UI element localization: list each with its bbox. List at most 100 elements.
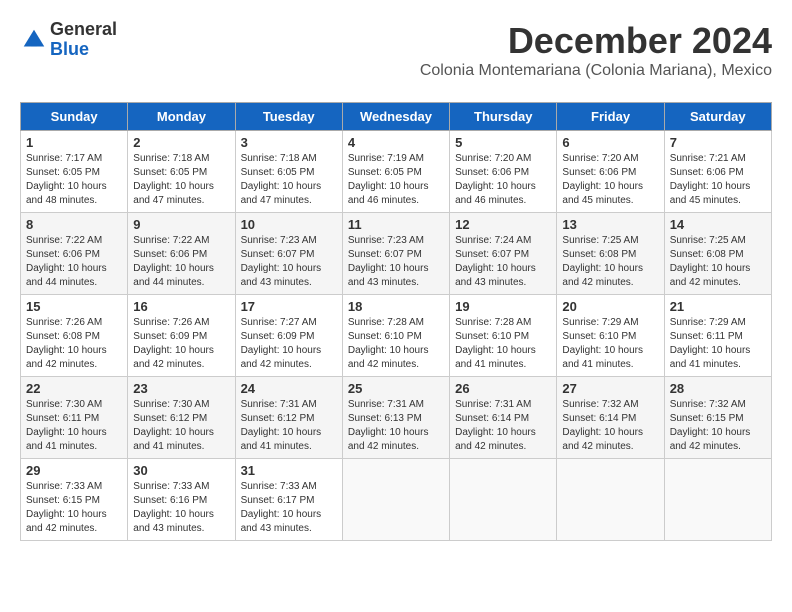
daylight-minutes: and 44 minutes. [26,277,97,288]
day-info: Sunrise: 7:27 AM Sunset: 6:09 PM Dayligh… [241,316,337,372]
daylight-label: Daylight: 10 hours [133,345,214,356]
calendar-header: SundayMondayTuesdayWednesdayThursdayFrid… [21,103,772,131]
daylight-minutes: and 42 minutes. [26,523,97,534]
sunset-label: Sunset: 6:11 PM [670,331,743,342]
day-number: 22 [26,381,122,396]
daylight-minutes: and 43 minutes. [241,523,312,534]
day-info: Sunrise: 7:24 AM Sunset: 6:07 PM Dayligh… [455,234,551,290]
sunset-label: Sunset: 6:06 PM [26,249,100,260]
day-cell-4: 4 Sunrise: 7:19 AM Sunset: 6:05 PM Dayli… [342,131,449,213]
day-number: 30 [133,463,229,478]
daylight-label: Daylight: 10 hours [26,181,107,192]
day-cell-30: 30 Sunrise: 7:33 AM Sunset: 6:16 PM Dayl… [128,459,235,541]
sunset-label: Sunset: 6:06 PM [670,167,744,178]
day-number: 31 [241,463,337,478]
day-cell-12: 12 Sunrise: 7:24 AM Sunset: 6:07 PM Dayl… [450,213,557,295]
daylight-minutes: and 42 minutes. [670,277,741,288]
day-cell-5: 5 Sunrise: 7:20 AM Sunset: 6:06 PM Dayli… [450,131,557,213]
daylight-minutes: and 42 minutes. [562,277,633,288]
day-info: Sunrise: 7:23 AM Sunset: 6:07 PM Dayligh… [348,234,444,290]
daylight-label: Daylight: 10 hours [670,181,751,192]
sunset-label: Sunset: 6:05 PM [241,167,315,178]
day-info: Sunrise: 7:28 AM Sunset: 6:10 PM Dayligh… [348,316,444,372]
column-header-friday: Friday [557,103,664,131]
day-cell-24: 24 Sunrise: 7:31 AM Sunset: 6:12 PM Dayl… [235,377,342,459]
day-info: Sunrise: 7:32 AM Sunset: 6:15 PM Dayligh… [670,398,766,454]
day-number: 4 [348,135,444,150]
daylight-label: Daylight: 10 hours [562,427,643,438]
empty-cell [664,459,771,541]
day-cell-27: 27 Sunrise: 7:32 AM Sunset: 6:14 PM Dayl… [557,377,664,459]
daylight-minutes: and 43 minutes. [348,277,419,288]
month-title: December 2024 [420,20,772,62]
sunrise-label: Sunrise: 7:21 AM [670,153,746,164]
day-number: 17 [241,299,337,314]
daylight-label: Daylight: 10 hours [133,263,214,274]
sunrise-label: Sunrise: 7:18 AM [133,153,209,164]
sunrise-label: Sunrise: 7:28 AM [455,317,531,328]
sunset-label: Sunset: 6:07 PM [455,249,529,260]
sunrise-label: Sunrise: 7:17 AM [26,153,102,164]
sunrise-label: Sunrise: 7:27 AM [241,317,317,328]
day-cell-31: 31 Sunrise: 7:33 AM Sunset: 6:17 PM Dayl… [235,459,342,541]
day-cell-26: 26 Sunrise: 7:31 AM Sunset: 6:14 PM Dayl… [450,377,557,459]
daylight-minutes: and 47 minutes. [133,195,204,206]
daylight-label: Daylight: 10 hours [455,427,536,438]
day-info: Sunrise: 7:20 AM Sunset: 6:06 PM Dayligh… [562,152,658,208]
daylight-label: Daylight: 10 hours [348,427,429,438]
sunrise-label: Sunrise: 7:31 AM [348,399,424,410]
day-cell-15: 15 Sunrise: 7:26 AM Sunset: 6:08 PM Dayl… [21,295,128,377]
sunset-label: Sunset: 6:13 PM [348,413,422,424]
column-header-monday: Monday [128,103,235,131]
day-number: 2 [133,135,229,150]
day-cell-20: 20 Sunrise: 7:29 AM Sunset: 6:10 PM Dayl… [557,295,664,377]
column-header-thursday: Thursday [450,103,557,131]
day-info: Sunrise: 7:30 AM Sunset: 6:12 PM Dayligh… [133,398,229,454]
daylight-minutes: and 42 minutes. [348,441,419,452]
daylight-minutes: and 43 minutes. [133,523,204,534]
calendar-week-3: 15 Sunrise: 7:26 AM Sunset: 6:08 PM Dayl… [21,295,772,377]
sunrise-label: Sunrise: 7:26 AM [26,317,102,328]
daylight-minutes: and 47 minutes. [241,195,312,206]
daylight-minutes: and 41 minutes. [26,441,97,452]
daylight-minutes: and 45 minutes. [562,195,633,206]
day-cell-17: 17 Sunrise: 7:27 AM Sunset: 6:09 PM Dayl… [235,295,342,377]
day-cell-2: 2 Sunrise: 7:18 AM Sunset: 6:05 PM Dayli… [128,131,235,213]
daylight-label: Daylight: 10 hours [26,427,107,438]
daylight-label: Daylight: 10 hours [26,509,107,520]
day-info: Sunrise: 7:17 AM Sunset: 6:05 PM Dayligh… [26,152,122,208]
day-cell-6: 6 Sunrise: 7:20 AM Sunset: 6:06 PM Dayli… [557,131,664,213]
day-number: 11 [348,217,444,232]
sunrise-label: Sunrise: 7:23 AM [241,235,317,246]
daylight-minutes: and 46 minutes. [455,195,526,206]
sunrise-label: Sunrise: 7:32 AM [670,399,746,410]
day-cell-19: 19 Sunrise: 7:28 AM Sunset: 6:10 PM Dayl… [450,295,557,377]
sunset-label: Sunset: 6:08 PM [670,249,744,260]
day-number: 21 [670,299,766,314]
sunset-label: Sunset: 6:14 PM [562,413,636,424]
day-cell-7: 7 Sunrise: 7:21 AM Sunset: 6:06 PM Dayli… [664,131,771,213]
daylight-label: Daylight: 10 hours [241,263,322,274]
day-number: 23 [133,381,229,396]
column-header-tuesday: Tuesday [235,103,342,131]
day-cell-28: 28 Sunrise: 7:32 AM Sunset: 6:15 PM Dayl… [664,377,771,459]
day-info: Sunrise: 7:26 AM Sunset: 6:09 PM Dayligh… [133,316,229,372]
daylight-minutes: and 44 minutes. [133,277,204,288]
day-cell-29: 29 Sunrise: 7:33 AM Sunset: 6:15 PM Dayl… [21,459,128,541]
daylight-minutes: and 48 minutes. [26,195,97,206]
sunset-label: Sunset: 6:15 PM [26,495,100,506]
sunrise-label: Sunrise: 7:25 AM [670,235,746,246]
sunrise-label: Sunrise: 7:28 AM [348,317,424,328]
day-cell-14: 14 Sunrise: 7:25 AM Sunset: 6:08 PM Dayl… [664,213,771,295]
sunset-label: Sunset: 6:08 PM [562,249,636,260]
day-info: Sunrise: 7:33 AM Sunset: 6:15 PM Dayligh… [26,480,122,536]
daylight-minutes: and 41 minutes. [562,359,633,370]
sunrise-label: Sunrise: 7:31 AM [455,399,531,410]
daylight-minutes: and 45 minutes. [670,195,741,206]
logo-icon [20,26,48,54]
day-number: 5 [455,135,551,150]
column-header-saturday: Saturday [664,103,771,131]
day-info: Sunrise: 7:31 AM Sunset: 6:14 PM Dayligh… [455,398,551,454]
sunrise-label: Sunrise: 7:24 AM [455,235,531,246]
daylight-minutes: and 41 minutes. [670,359,741,370]
